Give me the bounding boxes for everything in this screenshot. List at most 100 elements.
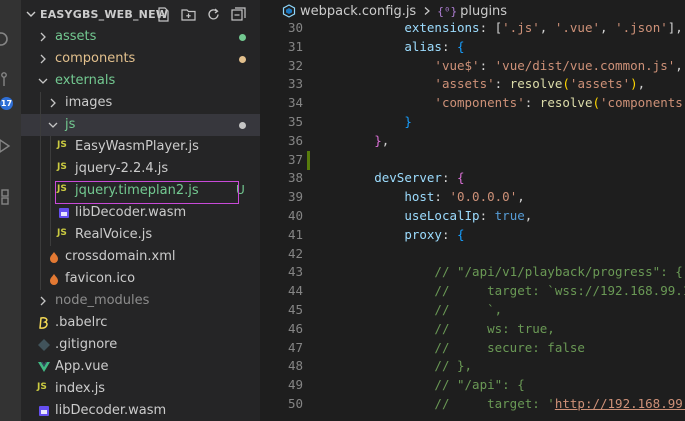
code-line[interactable]: 35 } <box>260 113 685 132</box>
line-number: 41 <box>287 226 303 242</box>
code-line[interactable]: 49 // "/api": { <box>260 376 685 395</box>
line-code: extensions: ['.js', '.vue', '.json'], <box>314 20 683 35</box>
refresh-icon[interactable] <box>205 6 222 23</box>
code-token: : <box>434 189 450 205</box>
code-line[interactable]: 43 // "/api/v1/playback/progress": { <box>260 263 685 282</box>
line-number: 50 <box>287 395 303 411</box>
explorer-header[interactable]: EASYGBS_WEB_NEW <box>21 4 260 26</box>
line-code: // target: 'http://192.168.99.1 <box>314 396 685 411</box>
code-token: 'assets' <box>434 76 495 92</box>
code-line[interactable]: 42 <box>260 245 685 264</box>
tree-item-libdecoder-wasm[interactable]: libDecoder.wasm <box>21 202 260 224</box>
code-token: // "/api": { <box>434 377 525 393</box>
code-token: true <box>494 207 525 223</box>
code-line[interactable]: 46 // ws: true, <box>260 320 685 339</box>
source-control-icon[interactable] <box>0 70 12 90</box>
tree-item-externals[interactable]: externals <box>21 70 260 92</box>
tree-item-label: .gitignore <box>55 337 118 352</box>
search-icon[interactable] <box>0 30 12 50</box>
modified-dot-icon <box>239 34 246 41</box>
tree-item-libdecoder-wasm[interactable]: libDecoder.wasm <box>21 400 260 421</box>
line-number: 32 <box>287 57 303 73</box>
tree-item-app-vue[interactable]: App.vue <box>21 356 260 378</box>
tree-item-assets[interactable]: assets <box>21 26 260 48</box>
extensions-icon[interactable] <box>0 186 12 206</box>
chevron-down-icon[interactable] <box>24 7 38 21</box>
tree-item-babelrc[interactable]: .babelrc <box>21 312 260 334</box>
js-file-icon: JS <box>37 382 47 392</box>
vue-file-icon <box>37 360 51 374</box>
code-line[interactable]: 39 host: '0.0.0.0', <box>260 188 685 207</box>
explorer-actions <box>155 6 247 24</box>
code-token: proxy <box>404 226 442 242</box>
chevron-right-icon <box>422 6 432 16</box>
line-code: 'vue$': 'vue/dist/vue.common.js', <box>314 58 682 73</box>
code-token: , <box>539 20 555 35</box>
tree-item-realvoice-js[interactable]: JS RealVoice.js <box>21 224 260 246</box>
tree-item-easywasmplayer-js[interactable]: JS EasyWasmPlayer.js <box>21 136 260 158</box>
code-line[interactable]: 31 alias: { <box>260 38 685 57</box>
code-line[interactable]: 34 'components': resolve('components') <box>260 94 685 113</box>
indent-guide <box>40 224 41 246</box>
line-code: proxy: { <box>314 226 464 242</box>
chevron-right-icon[interactable] <box>36 52 50 66</box>
code-line[interactable]: 33 'assets': resolve('assets'), <box>260 75 685 94</box>
tree-item-crossdomain-xml[interactable]: crossdomain.xml <box>21 246 260 268</box>
breadcrumb-file[interactable]: webpack.config.js <box>300 4 416 19</box>
tree-item-index-js[interactable]: JS index.js <box>21 378 260 400</box>
code-line[interactable]: 37 <box>260 150 685 170</box>
chevron-right-icon[interactable] <box>36 30 50 44</box>
code-line[interactable]: 50 // target: 'http://192.168.99.1 <box>260 395 685 414</box>
chevron-down-icon[interactable] <box>46 118 60 132</box>
tree-item-js[interactable]: js <box>21 114 260 136</box>
code-line[interactable]: 48 // }, <box>260 357 685 376</box>
breadcrumb-symbol[interactable]: plugins <box>460 4 507 19</box>
tree-item-gitignore[interactable]: .gitignore <box>21 334 260 356</box>
line-code: useLocalIp: true, <box>314 208 532 223</box>
line-number: 40 <box>287 207 303 223</box>
chevron-down-icon[interactable] <box>36 74 50 88</box>
code-token: // "/api/v1/playback/progress": { <box>434 264 683 280</box>
workspace-title: EASYGBS_WEB_NEW <box>40 8 169 21</box>
indent-guide <box>40 114 41 136</box>
tree-item-jquery-2-2-4-js[interactable]: JS jquery-2.2.4.js <box>21 158 260 180</box>
tree-item-node-modules[interactable]: node_modules <box>21 290 260 312</box>
chevron-right-icon[interactable] <box>36 294 50 308</box>
code-line[interactable]: 30 extensions: ['.js', '.vue', '.json'], <box>260 19 685 38</box>
code-token: extensions <box>404 20 480 35</box>
code-line[interactable]: 41 proxy: { <box>260 226 685 245</box>
code-editor[interactable]: webpack.config.js {⁰} plugins 30 extensi… <box>260 0 685 421</box>
code-token: , <box>517 189 525 205</box>
line-number: 46 <box>287 320 303 336</box>
new-folder-icon[interactable] <box>180 6 197 23</box>
chevron-right-icon[interactable] <box>46 96 60 110</box>
new-file-icon[interactable] <box>155 6 172 23</box>
code-line[interactable]: 45 // `, <box>260 301 685 320</box>
line-code: } <box>314 114 412 129</box>
run-debug-icon[interactable] <box>0 136 12 156</box>
code-line[interactable]: 47 // secure: false <box>260 339 685 358</box>
collapse-all-icon[interactable] <box>230 6 247 23</box>
code-token: ( <box>562 76 570 92</box>
code-token: 'components' <box>600 95 685 111</box>
annotation-highlight-box <box>55 181 239 204</box>
tree-item-label: libDecoder.wasm <box>75 205 187 220</box>
tree-item-images[interactable]: images <box>21 92 260 114</box>
line-code: 'assets': resolve('assets'), <box>314 76 645 91</box>
code-line[interactable]: 38 devServer: { <box>260 169 685 188</box>
code-line[interactable]: 40 useLocalIp: true, <box>260 207 685 226</box>
line-number: 30 <box>287 20 303 35</box>
indent-guide <box>50 180 51 202</box>
code-token: '.json' <box>615 20 668 35</box>
tree-item-components[interactable]: components <box>21 48 260 70</box>
code-lines[interactable]: 30 extensions: ['.js', '.vue', '.json'],… <box>260 19 685 414</box>
code-line[interactable]: 32 'vue$': 'vue/dist/vue.common.js', <box>260 57 685 76</box>
tree-item-favicon-ico[interactable]: favicon.ico <box>21 268 260 290</box>
code-line[interactable]: 36 }, <box>260 132 685 151</box>
code-line[interactable]: 44 // target: `wss://192.168.99.12 <box>260 282 685 301</box>
code-token: : <box>479 207 495 223</box>
